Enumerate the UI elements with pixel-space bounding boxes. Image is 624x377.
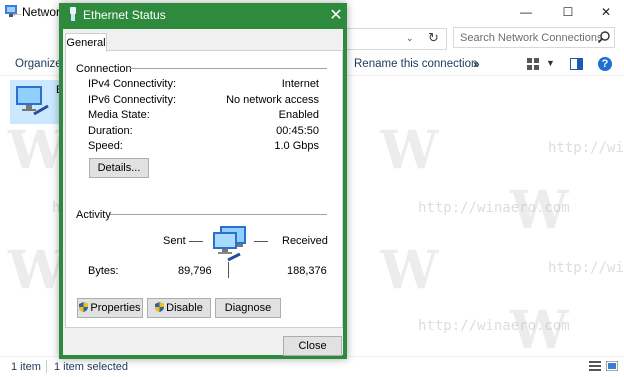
properties-button[interactable]: Properties (77, 298, 143, 318)
minimize-button[interactable]: — (506, 0, 546, 24)
duration-label: Duration: (88, 125, 133, 137)
preview-pane-icon[interactable] (570, 58, 583, 70)
dialog-title: Ethernet Status (83, 8, 166, 22)
close-window-button[interactable]: ✕ (586, 0, 624, 24)
ipv4-connectivity-value: Internet (281, 78, 319, 90)
chevron-down-icon[interactable]: ⌄ (406, 33, 414, 44)
received-label: Received (282, 235, 328, 247)
watermark-text: http://winaero.com (418, 200, 570, 216)
forward-arrow-icon[interactable]: → (34, 4, 48, 20)
ipv6-connectivity-label: IPv6 Connectivity: (88, 94, 177, 106)
chevron-down-icon[interactable]: ▼ (546, 58, 555, 68)
organize-menu[interactable]: Organize (15, 58, 62, 70)
watermark-logo: W (380, 120, 439, 181)
close-icon[interactable]: ✕ (328, 5, 344, 25)
details-view-icon[interactable] (589, 361, 601, 371)
speed-value: 1.0 Gbps (274, 140, 319, 152)
refresh-icon[interactable]: ↻ (428, 30, 439, 46)
watermark-text: http://winaero.com (418, 318, 570, 334)
duration-value: 00:45:50 (276, 125, 319, 137)
watermark-logo: W (380, 240, 439, 301)
watermark-logo: W (8, 120, 67, 181)
tab-general[interactable]: General (65, 33, 107, 52)
speed-label: Speed: (88, 140, 123, 152)
uac-shield-icon (79, 302, 89, 312)
ipv4-connectivity-label: IPv4 Connectivity: (88, 78, 177, 90)
properties-button-label: Properties (90, 302, 141, 314)
disable-button[interactable]: Disable (147, 298, 211, 318)
more-commands-chevron[interactable]: » (473, 57, 480, 71)
group-divider (110, 214, 327, 215)
large-icons-view-icon[interactable] (606, 361, 618, 371)
bytes-sent-value: 89,796 (178, 265, 212, 277)
search-icon[interactable] (597, 30, 611, 44)
back-arrow-icon[interactable]: ← (10, 4, 24, 20)
search-input[interactable]: Search Network Connections (453, 27, 615, 48)
bytes-divider (228, 262, 229, 278)
selected-count: 1 item selected (54, 361, 128, 373)
status-divider (46, 360, 47, 373)
media-state-value: Enabled (278, 109, 319, 121)
ethernet-icon (70, 7, 76, 21)
change-view-icon[interactable] (527, 58, 540, 70)
bytes-received-value: 188,376 (287, 265, 327, 277)
network-adapter-icon (16, 86, 49, 116)
connection-heading: Connection (76, 63, 132, 75)
disable-button-label: Disable (166, 302, 203, 314)
sent-label: Sent (163, 235, 186, 247)
watermark-text: http://winaero.com (548, 140, 624, 156)
rename-connection-command[interactable]: Rename this connection (354, 58, 477, 70)
tab-panel (65, 50, 343, 328)
diagnose-button[interactable]: Diagnose (215, 298, 281, 318)
network-activity-icon (213, 226, 246, 262)
maximize-button[interactable]: ☐ (548, 0, 588, 24)
details-button[interactable]: Details... (89, 158, 149, 178)
activity-line (189, 241, 203, 242)
activity-heading: Activity (76, 209, 111, 221)
list-item[interactable] (10, 80, 62, 124)
media-state-label: Media State: (88, 109, 150, 121)
watermark-text: http://winaero.com (548, 260, 624, 276)
group-divider (130, 68, 327, 69)
ipv6-connectivity-value: No network access (226, 94, 319, 106)
uac-shield-icon (155, 302, 165, 312)
activity-line (254, 241, 268, 242)
item-count: 1 item (11, 361, 41, 373)
bytes-label: Bytes: (88, 265, 119, 277)
close-button[interactable]: Close (283, 336, 342, 356)
watermark-logo: W (8, 240, 67, 301)
help-icon[interactable]: ? (598, 57, 612, 71)
